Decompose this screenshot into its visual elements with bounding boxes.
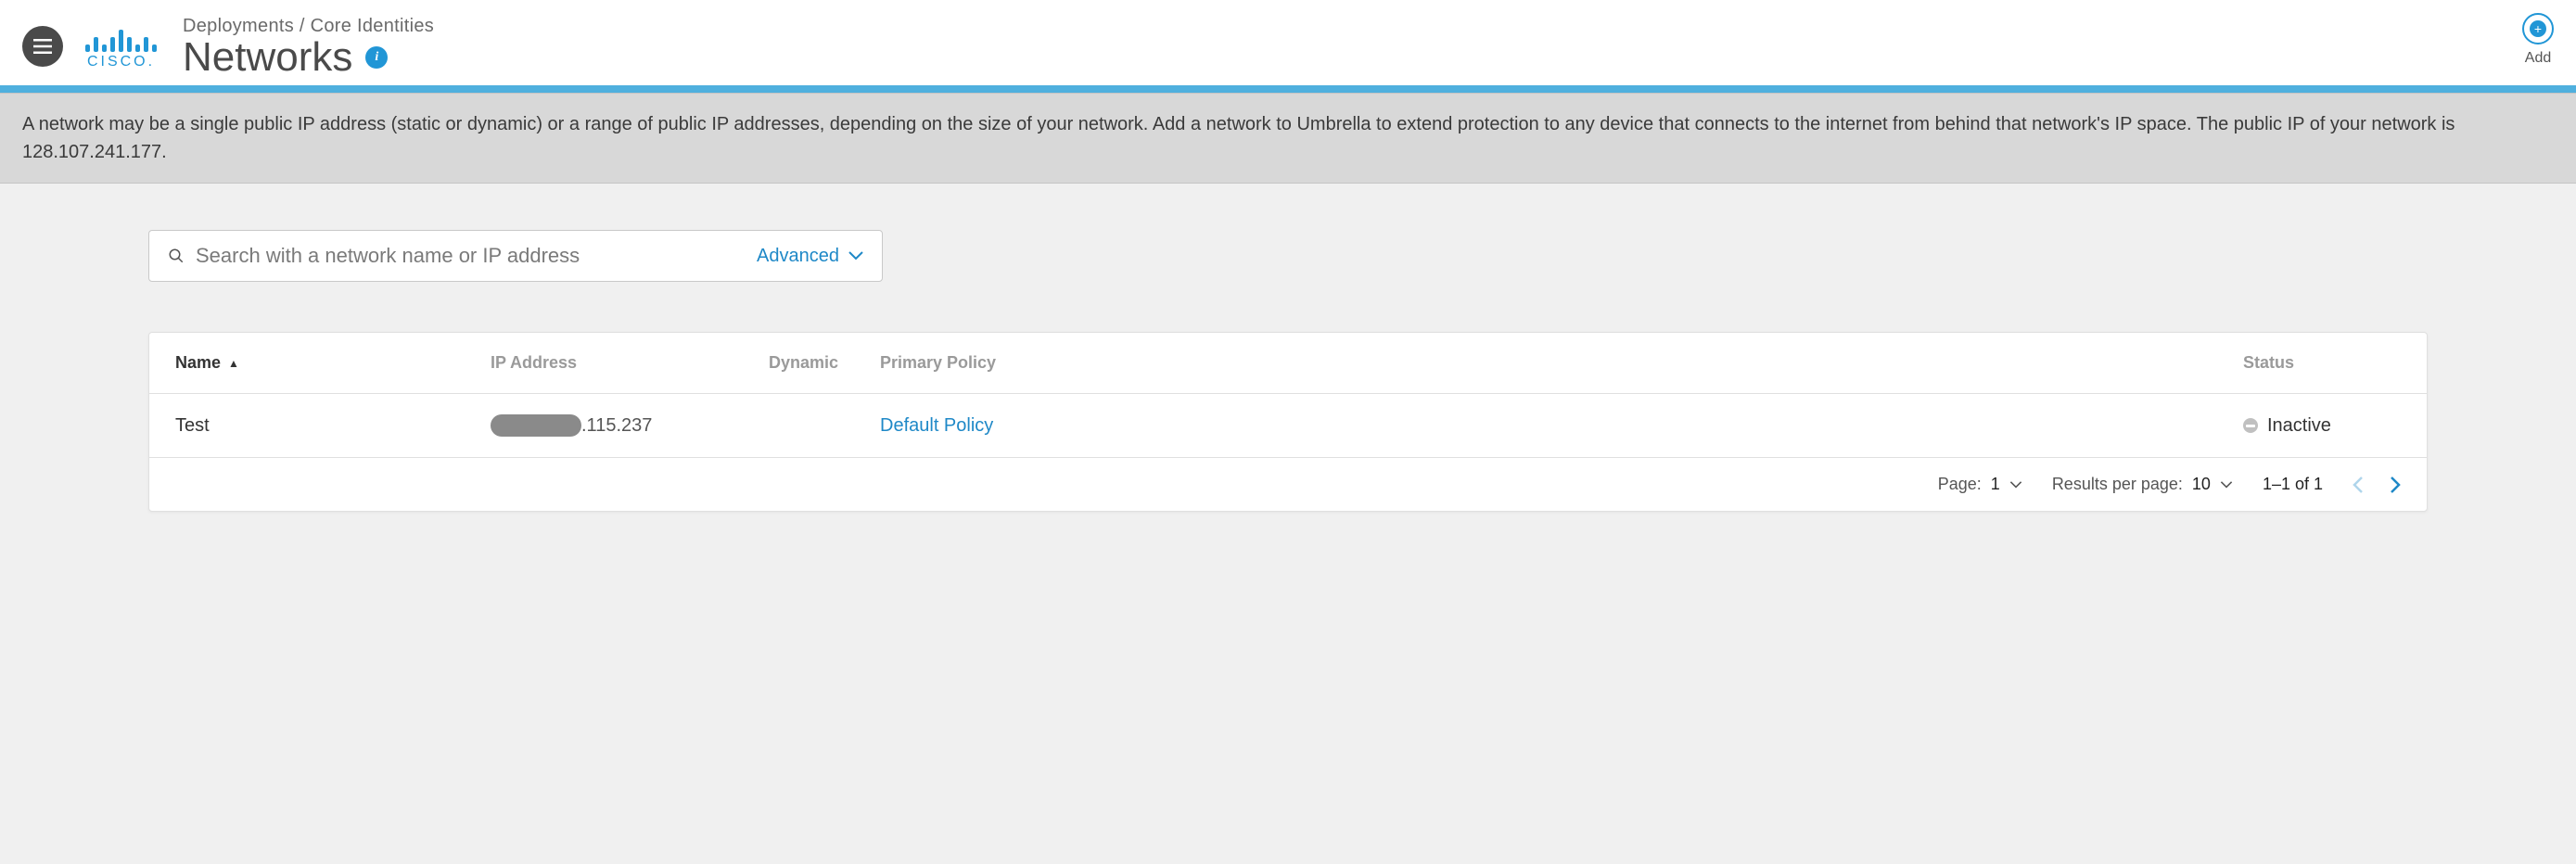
plus-icon: + bbox=[2530, 20, 2546, 37]
page-selector[interactable]: Page: 1 bbox=[1938, 475, 2022, 494]
networks-table: Name ▲ IP Address Dynamic Primary Policy… bbox=[148, 332, 2428, 512]
ip-redacted-mask bbox=[491, 414, 581, 437]
next-page-button[interactable] bbox=[2390, 476, 2401, 494]
advanced-toggle[interactable]: Advanced bbox=[757, 246, 863, 267]
top-bar: CISCO. Deployments / Core Identities Net… bbox=[0, 0, 2576, 85]
search-row: Advanced bbox=[148, 230, 883, 282]
cell-name: Test bbox=[175, 415, 491, 437]
sort-asc-icon: ▲ bbox=[228, 357, 239, 370]
chevron-down-icon bbox=[2009, 481, 2022, 489]
column-header-dynamic[interactable]: Dynamic bbox=[769, 353, 880, 373]
table-header-row: Name ▲ IP Address Dynamic Primary Policy… bbox=[149, 333, 2427, 394]
accent-bar bbox=[0, 85, 2576, 93]
status-inactive-icon bbox=[2243, 418, 2258, 433]
status-text: Inactive bbox=[2267, 415, 2331, 437]
ip-suffix: .115.237 bbox=[581, 415, 652, 437]
search-icon bbox=[168, 248, 185, 264]
cell-status: Inactive bbox=[2243, 415, 2401, 437]
table-row[interactable]: Test .115.237 Default Policy Inactive bbox=[149, 394, 2427, 458]
results-per-page-selector[interactable]: Results per page: 10 bbox=[2052, 475, 2233, 494]
search-input[interactable] bbox=[196, 244, 757, 268]
add-button[interactable]: + Add bbox=[2522, 13, 2554, 67]
prev-page-button[interactable] bbox=[2353, 476, 2364, 494]
pagination-range: 1–1 of 1 bbox=[2263, 475, 2323, 494]
policy-link[interactable]: Default Policy bbox=[880, 415, 993, 436]
info-banner: A network may be a single public IP addr… bbox=[0, 93, 2576, 184]
column-header-status[interactable]: Status bbox=[2243, 353, 2401, 373]
column-header-policy[interactable]: Primary Policy bbox=[880, 353, 2243, 373]
menu-icon[interactable] bbox=[22, 26, 63, 67]
page-title: Networks bbox=[183, 37, 352, 78]
chevron-down-icon bbox=[848, 251, 863, 260]
cell-ip: .115.237 bbox=[491, 414, 769, 437]
advanced-label: Advanced bbox=[757, 246, 839, 267]
cisco-logo: CISCO. bbox=[85, 22, 157, 70]
info-icon[interactable]: i bbox=[365, 46, 388, 69]
column-header-name[interactable]: Name ▲ bbox=[175, 353, 491, 373]
column-header-ip[interactable]: IP Address bbox=[491, 353, 769, 373]
chevron-down-icon bbox=[2220, 481, 2233, 489]
table-footer: Page: 1 Results per page: 10 1–1 of 1 bbox=[149, 458, 2427, 511]
add-label: Add bbox=[2525, 50, 2551, 67]
